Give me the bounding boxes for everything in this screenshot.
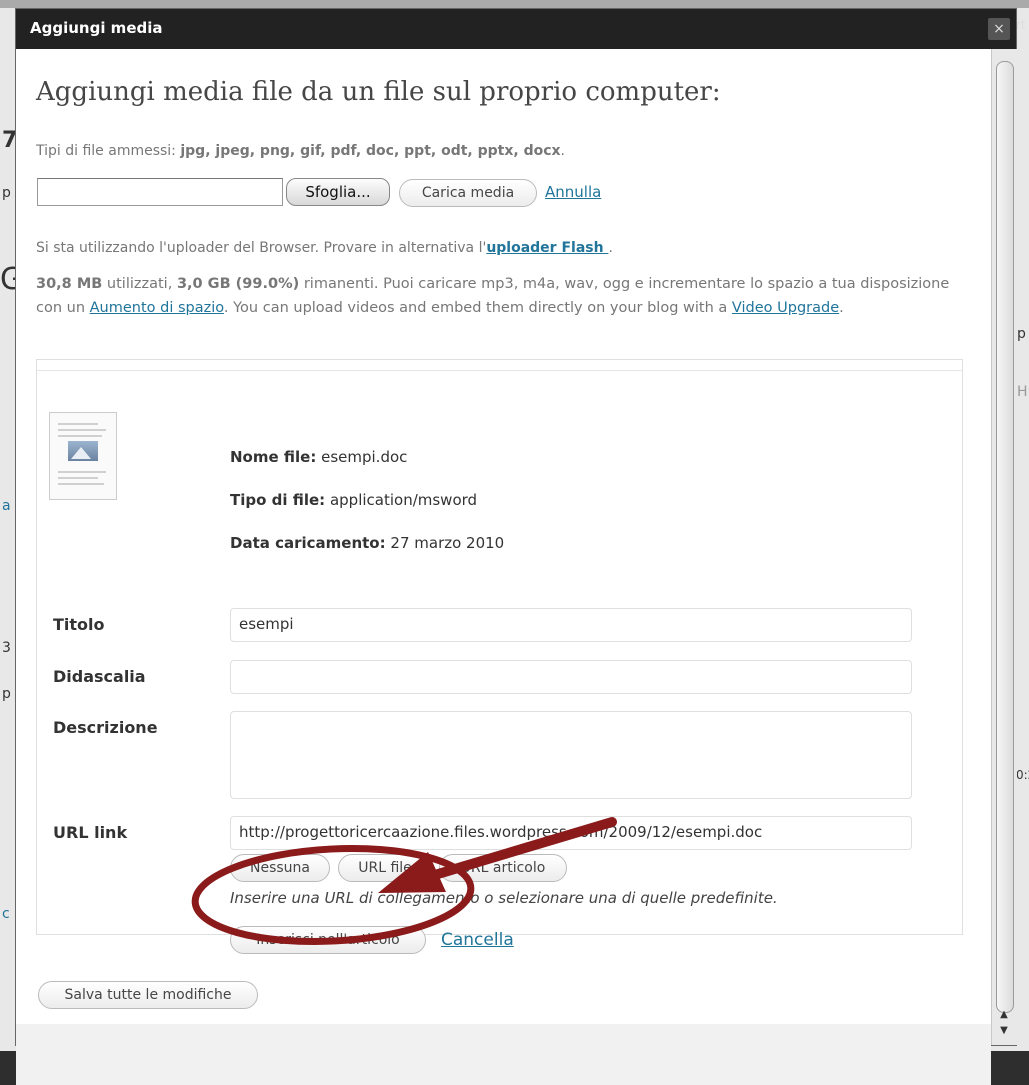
dialog-title: Aggiungi media [30,19,163,37]
allowed-file-types: Tipi di file ammessi: jpg, jpeg, png, gi… [36,143,565,159]
upload-media-button[interactable]: Carica media [399,179,537,207]
save-all-changes-button[interactable]: Salva tutte le modifiche [38,981,258,1009]
panel-divider [37,370,962,371]
storage-quota-info: 30,8 MB utilizzati, 3,0 GB (99.0%) riman… [36,276,950,316]
add-media-dialog: Aggiungi media × Aggiungi media file da … [15,8,1017,1085]
background-fragment: c [2,906,10,922]
background-fragment: p [1017,326,1026,342]
dialog-titlebar: Aggiungi media × [16,9,1016,49]
url-link-field[interactable]: http://progettoricercaazione.files.wordp… [230,816,912,850]
background-fragment: 0:2 [1016,768,1029,782]
browse-button[interactable]: Sfoglia... [286,178,390,206]
flash-uploader-link[interactable]: uploader Flash [486,240,608,256]
file-name-info: Nome file: esempi.doc [230,448,408,466]
background-fragment: rt [1016,18,1026,32]
background-fragment: p [2,185,11,201]
caption-label: Didascalia [53,667,146,686]
caption-field[interactable] [230,660,912,694]
file-path-input[interactable] [37,178,283,206]
file-type-info: Tipo di file: application/msword [230,491,478,509]
space-upgrade-link[interactable]: Aumento di spazio [90,300,224,316]
background-top-strip [0,0,1029,8]
scroll-up-arrow-icon[interactable]: ▲ [995,1009,1013,1023]
page-title: Aggiungi media file da un file sul propr… [36,77,721,107]
scrollbar-thumb[interactable] [996,61,1014,1013]
background-fragment: a [2,498,11,514]
upload-date-info: Data caricamento: 27 marzo 2010 [230,534,505,552]
title-label: Titolo [53,615,105,634]
media-item-panel: Nome file: esempi.doc Tipo di file: appl… [36,359,963,954]
background-fragment: p [2,686,11,702]
video-upgrade-link[interactable]: Video Upgrade [732,300,839,316]
url-none-button[interactable]: Nessuna [230,854,330,882]
dialog-content: Aggiungi media file da un file sul propr… [16,49,991,1085]
url-file-button[interactable]: URL file [338,854,432,882]
url-post-button[interactable]: URL articolo [439,854,567,882]
insert-into-post-button[interactable]: Inserisci nell'articolo [230,926,426,954]
close-icon[interactable]: × [988,18,1010,40]
cancel-upload-link[interactable]: Annulla [545,183,601,201]
description-field[interactable] [230,711,912,799]
background-fragment: H [1017,384,1028,400]
description-label: Descrizione [53,718,158,737]
url-hint: Inserire una URL di collegamento o selez… [230,889,778,907]
uploader-info: Si sta utilizzando l'uploader del Browse… [36,240,613,256]
document-thumbnail-icon [49,412,117,500]
background-fragment: 3 [2,640,11,656]
scroll-down-arrow-icon[interactable]: ▼ [995,1025,1013,1039]
cancel-link[interactable]: Cancella [441,930,514,950]
title-field[interactable]: esempi [230,608,912,642]
dialog-footer [16,1024,991,1085]
vertical-scrollbar[interactable]: ▲ ▼ [991,49,1017,1045]
url-link-label: URL link [53,823,128,842]
